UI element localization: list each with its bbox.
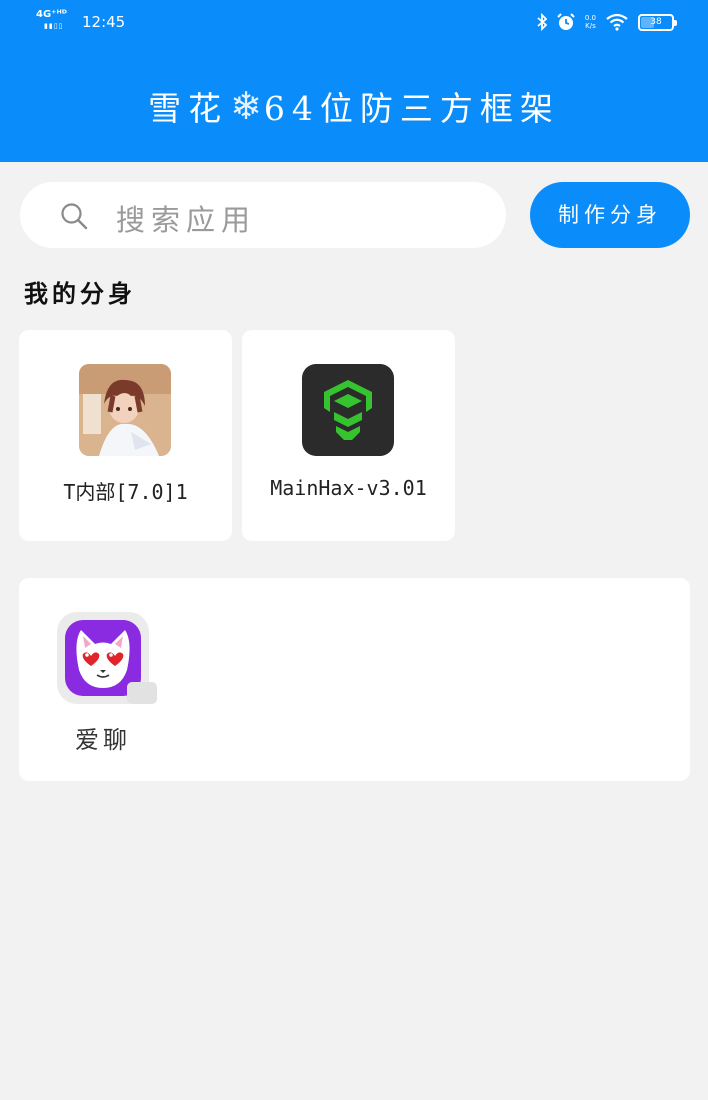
clone-card[interactable]: MainHax-v3.01 — [242, 330, 455, 541]
search-placeholder: 搜索应用 — [116, 203, 257, 237]
snowflake-icon: ❄ — [230, 84, 262, 128]
wifi-icon — [606, 13, 628, 31]
status-bar: 4G⁺ᴴᴰ ▮▮▯▯ 12:45 0.0 K/s 38 — [0, 0, 708, 44]
title-prefix: 雪花 — [148, 89, 229, 128]
net-speed: 0.0 K/s — [585, 14, 596, 30]
search-bar[interactable]: 搜索应用 — [20, 182, 506, 248]
installed-apps-panel: 爱聊 — [19, 578, 690, 781]
clone-card[interactable]: T内部[7.0]1 — [19, 330, 232, 541]
make-clone-button[interactable]: 制作分身 — [530, 182, 690, 248]
title-suffix: 64位防三方框架 — [263, 89, 560, 128]
net-speed-value: 0.0 — [584, 14, 596, 22]
clone-name: MainHax-v3.01 — [270, 476, 427, 500]
battery-level: 38 — [650, 16, 662, 27]
clone-badge-icon — [127, 682, 157, 704]
search-icon — [61, 203, 88, 230]
app-header: 4G⁺ᴴᴰ ▮▮▯▯ 12:45 0.0 K/s 38 雪花 ❄ 64位防三方框… — [0, 0, 708, 162]
section-title: 我的分身 — [24, 279, 136, 308]
anime-avatar-icon — [79, 364, 171, 456]
bluetooth-icon — [537, 13, 547, 31]
page-title: 雪花 ❄ 64位防三方框架 — [0, 78, 708, 134]
app-name: 爱聊 — [75, 726, 131, 754]
status-time: 12:45 — [82, 13, 126, 31]
net-speed-unit: K/s — [585, 22, 596, 30]
network-type: 4G⁺ᴴᴰ — [36, 9, 67, 20]
signal-strength: ▮▮▯▯ — [44, 22, 64, 30]
mainhax-logo-icon — [302, 364, 394, 456]
clone-name: T内部[7.0]1 — [63, 480, 188, 504]
battery-icon: 38 — [638, 13, 677, 31]
status-icons: 0.0 K/s 38 — [537, 9, 677, 35]
alarm-icon — [557, 13, 575, 30]
